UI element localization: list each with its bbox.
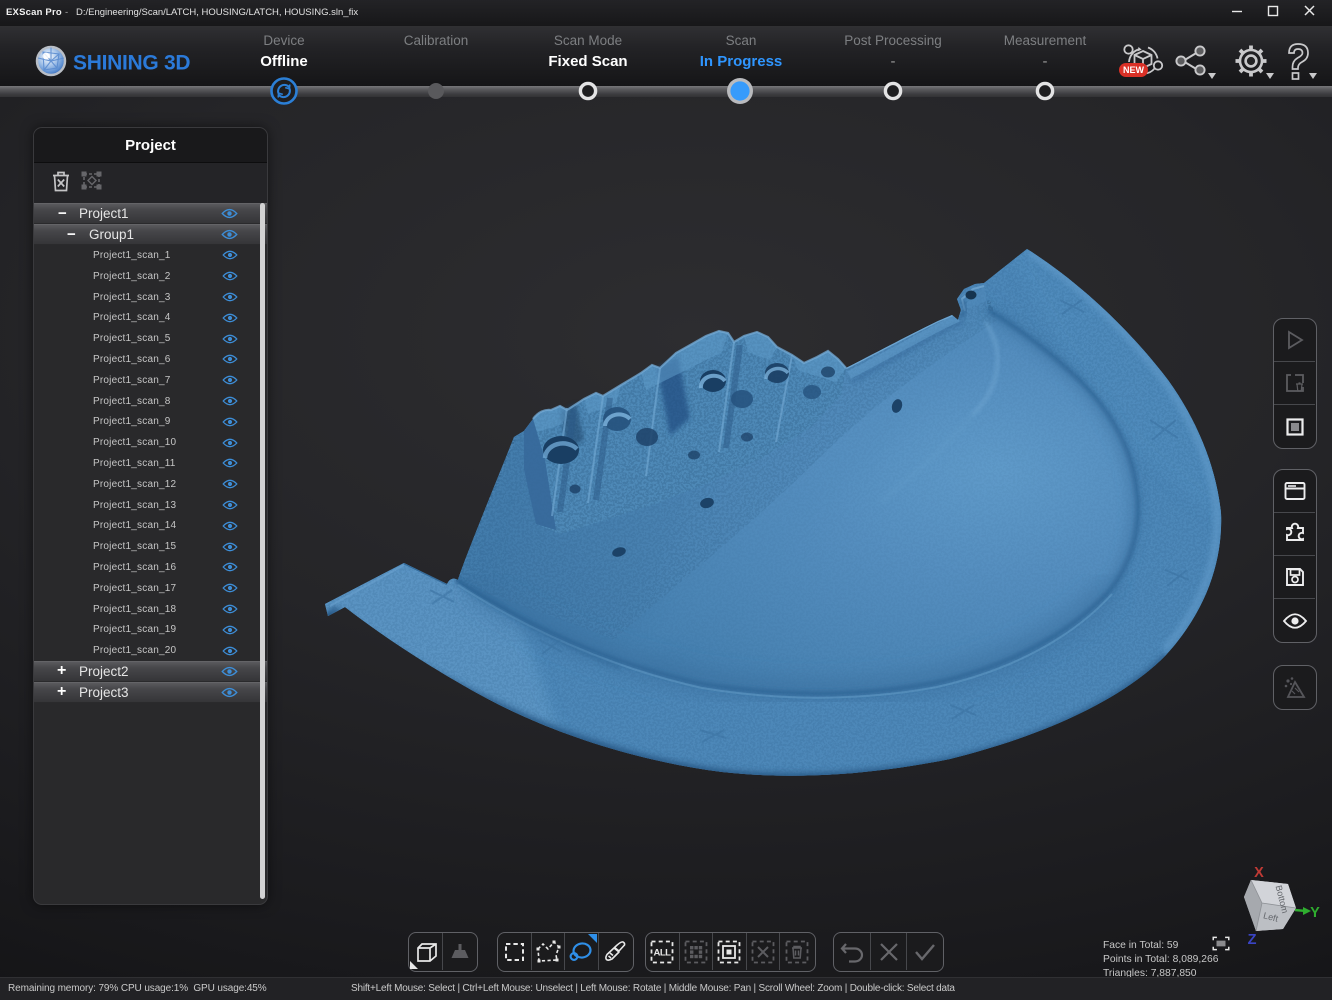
svg-text:Z: Z xyxy=(1248,932,1257,948)
svg-text:ALL: ALL xyxy=(654,947,672,958)
svg-text:X: X xyxy=(1254,865,1264,881)
svg-text:Y: Y xyxy=(1310,905,1320,921)
